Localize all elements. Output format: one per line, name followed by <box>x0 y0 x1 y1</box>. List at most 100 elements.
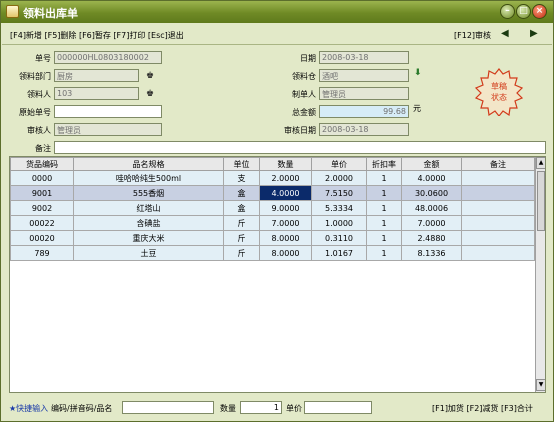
document-icon <box>6 5 19 18</box>
col-header-qty[interactable]: 数量 <box>259 157 312 171</box>
col-header-code[interactable]: 货品编码 <box>10 157 74 171</box>
cell-code[interactable]: 789 <box>10 245 74 261</box>
cell-amount[interactable]: 4.0000 <box>401 170 462 186</box>
cell-qty[interactable]: 8.0000 <box>259 230 312 246</box>
table-row[interactable]: 9002 红塔山 盒 9.0000 5.3334 1 48.0006 <box>10 200 535 216</box>
cell-amount[interactable]: 8.1336 <box>401 245 462 261</box>
col-header-amount[interactable]: 金额 <box>401 157 462 171</box>
stamp-line-1: 草稿 <box>491 81 507 91</box>
qty-input[interactable]: 1 <box>240 401 282 414</box>
table-row[interactable]: 00022 含碘盐 斤 7.0000 1.0000 1 7.0000 <box>10 215 535 231</box>
cell-unit[interactable]: 斤 <box>223 215 260 231</box>
cell-name[interactable]: 重庆大米 <box>73 230 224 246</box>
close-button[interactable]: × <box>532 4 547 19</box>
stamp-line-2: 状态 <box>491 92 507 102</box>
price-input[interactable] <box>304 401 372 414</box>
cell-name[interactable]: 红塔山 <box>73 200 224 216</box>
picker-label: 领料人 <box>27 90 51 99</box>
col-header-name[interactable]: 品名规格 <box>73 157 224 171</box>
person-lookup-icon[interactable]: ♚ <box>145 89 155 99</box>
cell-amount[interactable]: 7.0000 <box>401 215 462 231</box>
cell-code[interactable]: 9001 <box>10 185 74 201</box>
cell-qty[interactable]: 7.0000 <box>259 215 312 231</box>
cell-discount[interactable]: 1 <box>366 215 402 231</box>
table-row[interactable]: 00020 重庆大米 斤 8.0000 0.3110 1 2.4880 <box>10 230 535 246</box>
vertical-scrollbar[interactable]: ▲ ▼ <box>535 157 545 392</box>
cell-remark[interactable] <box>461 230 535 246</box>
orig-no-field[interactable] <box>54 105 162 118</box>
cell-name[interactable]: 哇哈哈纯生500ml <box>73 170 224 186</box>
scroll-thumb[interactable] <box>537 171 545 231</box>
cell-discount[interactable]: 1 <box>366 185 402 201</box>
cell-code[interactable]: 0000 <box>10 170 74 186</box>
scroll-down-icon[interactable]: ▼ <box>536 379 545 391</box>
doc-no-field: 000000HL0803180002 <box>54 51 162 64</box>
total-field: 99.68 <box>319 105 409 118</box>
cell-unit[interactable]: 盒 <box>223 185 260 201</box>
table-row[interactable]: 789 土豆 斤 8.0000 1.0167 1 8.1336 <box>10 245 535 261</box>
cell-remark[interactable] <box>461 170 535 186</box>
cell-code[interactable]: 9002 <box>10 200 74 216</box>
cell-code[interactable]: 00022 <box>10 215 74 231</box>
dept-field[interactable]: 厨房 <box>54 69 139 82</box>
toolbar-commands[interactable]: [F4]新增 [F5]删除 [F6]暂存 [F7]打印 [Esc]退出 <box>10 30 184 41</box>
cell-discount[interactable]: 1 <box>366 245 402 261</box>
cell-remark[interactable] <box>461 245 535 261</box>
date-label: 日期 <box>300 54 316 63</box>
toolbar: [F4]新增 [F5]删除 [F6]暂存 [F7]打印 [Esc]退出 [F12… <box>2 23 552 45</box>
cell-qty[interactable]: 9.0000 <box>259 200 312 216</box>
prev-arrow-icon[interactable]: ◀ <box>501 28 509 39</box>
col-header-price[interactable]: 单价 <box>311 157 367 171</box>
cell-unit[interactable]: 支 <box>223 170 260 186</box>
cell-discount[interactable]: 1 <box>366 200 402 216</box>
cell-discount[interactable]: 1 <box>366 170 402 186</box>
minimize-button[interactable]: – <box>500 4 515 19</box>
cell-amount[interactable]: 30.0600 <box>401 185 462 201</box>
code-search-input[interactable] <box>122 401 214 414</box>
cell-price[interactable]: 7.5150 <box>311 185 367 201</box>
cell-price[interactable]: 5.3334 <box>311 200 367 216</box>
cell-qty[interactable]: 2.0000 <box>259 170 312 186</box>
cell-price[interactable]: 1.0000 <box>311 215 367 231</box>
cell-name[interactable]: 土豆 <box>73 245 224 261</box>
col-header-unit[interactable]: 单位 <box>223 157 260 171</box>
scroll-up-icon[interactable]: ▲ <box>536 157 545 169</box>
cell-remark[interactable] <box>461 215 535 231</box>
cell-name[interactable]: 含碘盐 <box>73 215 224 231</box>
cell-remark[interactable] <box>461 200 535 216</box>
items-grid[interactable]: 货品编码 品名规格 单位 数量 单价 折扣率 金额 备注 0000 哇哈哈纯生5… <box>9 156 546 393</box>
cell-name[interactable]: 555香烟 <box>73 185 224 201</box>
cell-price[interactable]: 2.0000 <box>311 170 367 186</box>
cell-qty-active[interactable]: 4.0000 <box>259 185 312 201</box>
person-lookup-icon[interactable]: ♚ <box>145 71 155 81</box>
cell-amount[interactable]: 2.4880 <box>401 230 462 246</box>
cell-remark[interactable] <box>461 185 535 201</box>
cell-price[interactable]: 0.3110 <box>311 230 367 246</box>
remark-field[interactable] <box>54 141 546 154</box>
cell-unit[interactable]: 斤 <box>223 230 260 246</box>
title-bar[interactable]: 领料出库单 – □ × <box>1 1 553 23</box>
cell-unit[interactable]: 盒 <box>223 200 260 216</box>
cell-unit[interactable]: 斤 <box>223 245 260 261</box>
price-label: 单价 <box>286 404 302 413</box>
next-arrow-icon[interactable]: ▶ <box>530 28 538 39</box>
picker-field[interactable]: 103 <box>54 87 139 100</box>
doc-no-label: 单号 <box>35 54 51 63</box>
cell-price[interactable]: 1.0167 <box>311 245 367 261</box>
code-search-label: 编码/拼音码/品名 <box>51 404 113 413</box>
col-header-remark[interactable]: 备注 <box>461 157 535 171</box>
maximize-button[interactable]: □ <box>516 4 531 19</box>
warehouse-label: 领料仓 <box>292 72 316 81</box>
date-field[interactable]: 2008-03-18 <box>319 51 409 64</box>
table-row-selected[interactable]: 9001 555香烟 盒 4.0000 7.5150 1 30.0600 <box>10 185 535 201</box>
cell-code[interactable]: 00020 <box>10 230 74 246</box>
col-header-discount[interactable]: 折扣率 <box>366 157 402 171</box>
cell-amount[interactable]: 48.0006 <box>401 200 462 216</box>
audit-button[interactable]: [F12]审核 <box>454 30 491 41</box>
cell-qty[interactable]: 8.0000 <box>259 245 312 261</box>
hotkeys-hint[interactable]: [F1]加货 [F2]减货 [F3]合计 <box>432 403 533 414</box>
dropdown-arrow-icon[interactable]: ⬇ <box>414 68 422 78</box>
table-row[interactable]: 0000 哇哈哈纯生500ml 支 2.0000 2.0000 1 4.0000 <box>10 170 535 186</box>
warehouse-field[interactable]: 酒吧 <box>319 69 409 82</box>
cell-discount[interactable]: 1 <box>366 230 402 246</box>
